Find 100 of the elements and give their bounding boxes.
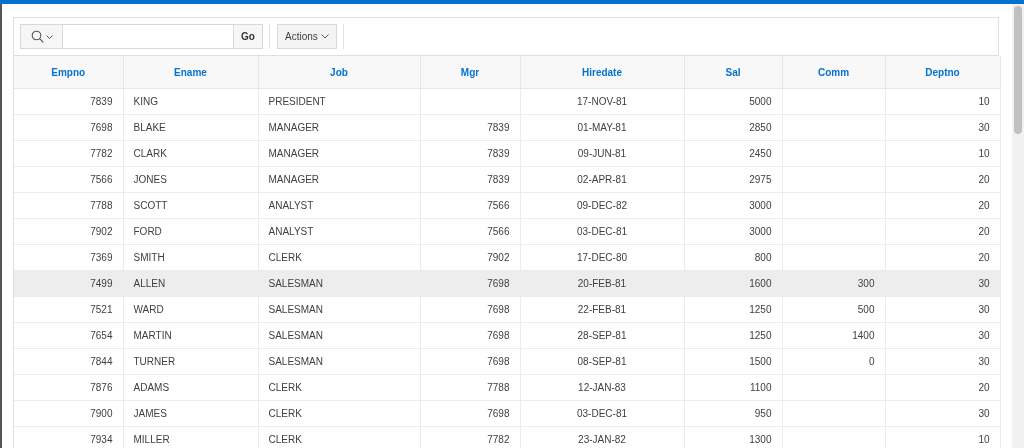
- table-row[interactable]: 7369 SMITH CLERK 7902 17-DEC-80 800 20: [14, 244, 1000, 271]
- table-cell: CLERK: [258, 400, 420, 427]
- column-header[interactable]: Mgr: [420, 56, 520, 89]
- table-cell: 1500: [684, 348, 782, 375]
- caret-icon: [320, 34, 329, 39]
- table-cell: BLAKE: [123, 114, 258, 141]
- table-cell: 30: [885, 348, 1000, 375]
- table-row[interactable]: 7839 KING PRESIDENT 17-NOV-81 5000 10: [14, 88, 1000, 115]
- table-cell: 7698: [420, 322, 520, 349]
- table-cell: 09-DEC-82: [520, 192, 684, 219]
- table-cell: FORD: [123, 218, 258, 245]
- table-cell: 7782: [14, 140, 123, 167]
- table-cell: 950: [684, 400, 782, 427]
- table-row[interactable]: 7499 ALLEN SALESMAN 7698 20-FEB-81 1600 300 30: [14, 270, 1000, 297]
- table-cell: TURNER: [123, 348, 258, 375]
- table-row[interactable]: 7698 BLAKE MANAGER 7839 01-MAY-81 2850 30: [14, 114, 1000, 141]
- table-row[interactable]: 7934 MILLER CLERK 7782 23-JAN-82 1300 10: [14, 426, 1000, 448]
- table-cell: 800: [684, 244, 782, 271]
- scrollbar[interactable]: [1012, 4, 1024, 448]
- table-cell: 7698: [420, 270, 520, 297]
- column-header[interactable]: Empno: [14, 56, 123, 89]
- table-cell: 03-DEC-81: [520, 218, 684, 245]
- column-header[interactable]: Deptno: [885, 56, 1000, 89]
- table-cell: 3000: [684, 192, 782, 219]
- table-cell: 08-SEP-81: [520, 348, 684, 375]
- table-cell: 7698: [14, 114, 123, 141]
- table-cell: 1100: [684, 374, 782, 401]
- table-cell: 01-MAY-81: [520, 114, 684, 141]
- table-cell: 12-JAN-83: [520, 374, 684, 401]
- table-cell: 30: [885, 296, 1000, 323]
- table-cell: 7698: [420, 400, 520, 427]
- table-cell: 7902: [420, 244, 520, 271]
- table-cell: ADAMS: [123, 374, 258, 401]
- table-cell: 20: [885, 166, 1000, 193]
- table-cell: 7788: [14, 192, 123, 219]
- table-cell: MARTIN: [123, 322, 258, 349]
- table-cell: 1600: [684, 270, 782, 297]
- table-cell: 2975: [684, 166, 782, 193]
- table-cell: ANALYST: [258, 192, 420, 219]
- column-header[interactable]: Comm: [782, 56, 885, 89]
- table-cell: 17-DEC-80: [520, 244, 684, 271]
- table-cell: 7839: [420, 114, 520, 141]
- table-cell: 7698: [420, 296, 520, 323]
- table-cell: 20: [885, 192, 1000, 219]
- table-cell: 02-APR-81: [520, 166, 684, 193]
- column-header[interactable]: Hiredate: [520, 56, 684, 89]
- table-cell: SCOTT: [123, 192, 258, 219]
- table-cell: 20-FEB-81: [520, 270, 684, 297]
- table-cell: 17-NOV-81: [520, 88, 684, 115]
- table-cell: 30: [885, 322, 1000, 349]
- table-cell: 500: [782, 296, 885, 323]
- table-row[interactable]: 7876 ADAMS CLERK 7788 12-JAN-83 1100 20: [14, 374, 1000, 401]
- table-row[interactable]: 7782 CLARK MANAGER 7839 09-JUN-81 2450 10: [14, 140, 1000, 167]
- table-cell: 03-DEC-81: [520, 400, 684, 427]
- table-row[interactable]: 7654 MARTIN SALESMAN 7698 28-SEP-81 1250 1400 30: [14, 322, 1000, 349]
- table-cell: 0: [782, 348, 885, 375]
- column-header[interactable]: Job: [258, 56, 420, 89]
- table-cell: 7566: [14, 166, 123, 193]
- table-cell: 2450: [684, 140, 782, 167]
- table-cell: 7900: [14, 400, 123, 427]
- table-row[interactable]: 7900 JAMES CLERK 7698 03-DEC-81 950 30: [14, 400, 1000, 427]
- table-cell: SMITH: [123, 244, 258, 271]
- table-cell: 1250: [684, 322, 782, 349]
- table-cell: 7566: [420, 192, 520, 219]
- table-cell: CLERK: [258, 374, 420, 401]
- table-cell: 1250: [684, 296, 782, 323]
- table-cell: 30: [885, 400, 1000, 427]
- table-cell: KING: [123, 88, 258, 115]
- table-cell: 20: [885, 374, 1000, 401]
- table-cell: 7876: [14, 374, 123, 401]
- table-row[interactable]: 7844 TURNER SALESMAN 7698 08-SEP-81 1500 0 30: [14, 348, 1000, 375]
- table-cell: 30: [885, 114, 1000, 141]
- table-cell: 7844: [14, 348, 123, 375]
- table-cell: MANAGER: [258, 140, 420, 167]
- table-cell: SALESMAN: [258, 296, 420, 323]
- column-header[interactable]: Sal: [684, 56, 782, 89]
- table-cell: 2850: [684, 114, 782, 141]
- table-cell: 7902: [14, 218, 123, 245]
- column-header[interactable]: Ename: [123, 56, 258, 89]
- table-cell: 3000: [684, 218, 782, 245]
- table-cell: 7499: [14, 270, 123, 297]
- table-cell: 7839: [14, 88, 123, 115]
- table-cell: 7521: [14, 296, 123, 323]
- table-cell: 300: [782, 270, 885, 297]
- actions-button[interactable]: Actions: [277, 24, 337, 49]
- table-cell: SALESMAN: [258, 270, 420, 297]
- table-row[interactable]: 7521 WARD SALESMAN 7698 22-FEB-81 1250 500 30: [14, 296, 1000, 323]
- table-row[interactable]: 7902 FORD ANALYST 7566 03-DEC-81 3000 20: [14, 218, 1000, 245]
- table-row[interactable]: 7788 SCOTT ANALYST 7566 09-DEC-82 3000 20: [14, 192, 1000, 219]
- table-cell: 30: [885, 270, 1000, 297]
- table-cell: 20: [885, 244, 1000, 271]
- table-cell: PRESIDENT: [258, 88, 420, 115]
- table-cell: 09-JUN-81: [520, 140, 684, 167]
- table-cell: CLARK: [123, 140, 258, 167]
- table-row[interactable]: 7566 JONES MANAGER 7839 02-APR-81 2975 20: [14, 166, 1000, 193]
- table-cell: MANAGER: [258, 114, 420, 141]
- table-cell: 7839: [420, 140, 520, 167]
- table-cell: 22-FEB-81: [520, 296, 684, 323]
- table-cell: 10: [885, 140, 1000, 167]
- table-cell: 20: [885, 218, 1000, 245]
